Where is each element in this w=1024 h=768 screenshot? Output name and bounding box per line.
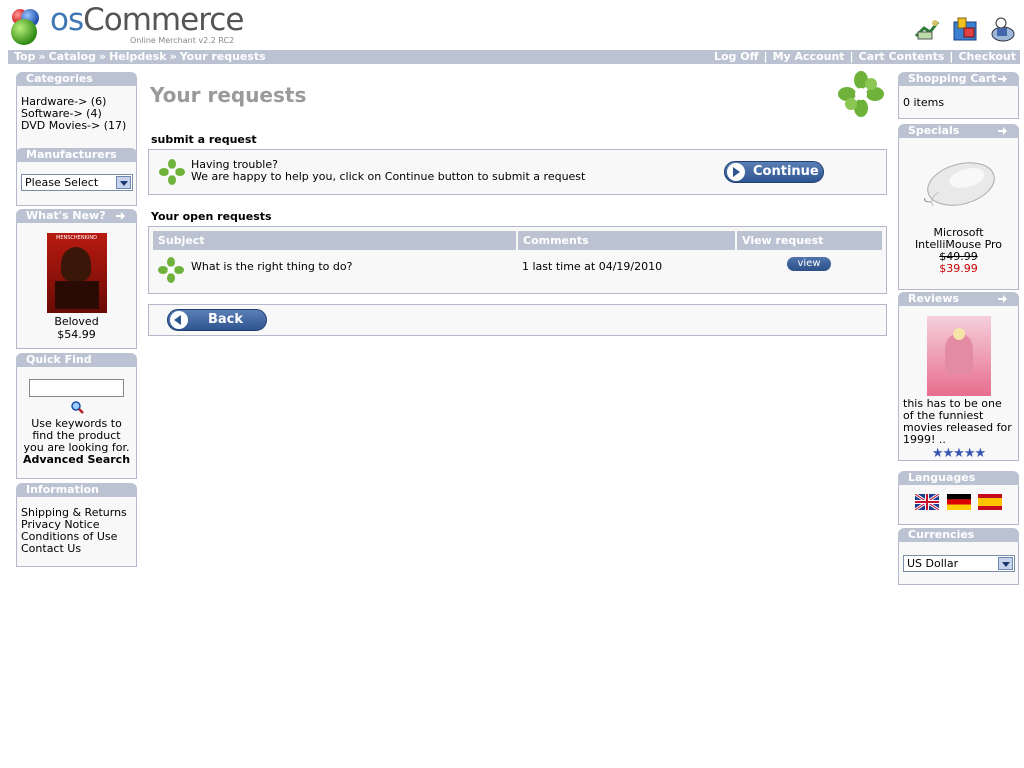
specials-box: Specials Microsoft IntelliMouse Pro $49.…: [898, 124, 1019, 290]
whats-new-box: What's New? MENSCHENKIND Beloved $54.99: [16, 209, 137, 349]
breadcrumb-top[interactable]: Top: [14, 50, 35, 63]
flower-icon: [159, 159, 185, 185]
log-off-link[interactable]: Log Off: [714, 50, 759, 63]
reviews-box: Reviews this has to be one of the funnie…: [898, 292, 1019, 461]
header: osCommerce Online Merchant v2.2 RC2: [0, 0, 1024, 50]
spanish-flag-icon[interactable]: [978, 494, 1002, 510]
special-product-name[interactable]: Microsoft IntelliMouse Pro: [903, 227, 1014, 251]
help-text: We are happy to help you, click on Conti…: [191, 170, 586, 183]
back-panel: Back: [148, 304, 887, 336]
category-dvd-movies[interactable]: DVD Movies-> (17): [21, 120, 132, 132]
request-subject: What is the right thing to do?: [191, 260, 353, 273]
arrow-right-icon[interactable]: [116, 212, 125, 220]
arrow-right-icon: [727, 163, 745, 181]
arrow-right-icon[interactable]: [998, 127, 1007, 135]
languages-box: Languages: [898, 471, 1019, 525]
account-links: Log Off | My Account | Cart Contents | Checkou…: [713, 50, 1016, 63]
intellimouse-image[interactable]: [919, 154, 999, 224]
page-title: Your requests: [150, 83, 307, 107]
contact-us-link[interactable]: Contact Us: [21, 543, 132, 555]
checkout-link[interactable]: Checkout: [958, 50, 1016, 63]
languages-title: Languages: [898, 471, 1019, 485]
cart-contents-icon[interactable]: [950, 14, 980, 44]
logo-subtitle: Online Merchant v2.2 RC2: [130, 36, 235, 45]
breadcrumb: Top» Catalog» Helpdesk» Your requests: [14, 50, 266, 63]
breadcrumb-your-requests[interactable]: Your requests: [180, 50, 266, 63]
logo-wordmark: osCommerce: [50, 2, 244, 38]
logo-balls-icon: [11, 9, 39, 45]
shopping-cart-box: Shopping Cart 0 items: [898, 72, 1019, 119]
beloved-poster-image[interactable]: MENSCHENKIND: [46, 233, 107, 313]
specials-title[interactable]: Specials: [898, 124, 1019, 138]
submit-request-panel: Having trouble? We are happy to help you…: [148, 149, 887, 195]
advanced-search-link[interactable]: Advanced Search: [21, 454, 132, 466]
information-title: Information: [16, 483, 137, 497]
column-comments: Comments: [518, 231, 735, 250]
navigation-bar: Top» Catalog» Helpdesk» Your requests Log O…: [8, 50, 1020, 64]
currency-select[interactable]: US Dollar: [903, 555, 1015, 572]
back-button[interactable]: Back: [167, 309, 267, 331]
manufacturers-title: Manufacturers: [16, 148, 137, 162]
checkout-icon[interactable]: [988, 14, 1018, 44]
dropdown-arrow-icon[interactable]: [998, 557, 1013, 570]
reviews-title[interactable]: Reviews: [898, 292, 1019, 306]
column-subject: Subject: [153, 231, 516, 250]
manufacturers-select[interactable]: Please Select: [21, 174, 133, 191]
quick-find-help: Use keywords to find the product you are…: [23, 417, 130, 454]
review-text[interactable]: this has to be one of the funniest movie…: [903, 398, 1014, 446]
whats-new-title[interactable]: What's New?: [16, 209, 137, 223]
oscommerce-logo[interactable]: osCommerce Online Merchant v2.2 RC2: [8, 3, 244, 47]
open-requests-heading: Your open requests: [151, 210, 272, 223]
currencies-title: Currencies: [898, 528, 1019, 542]
header-icons: [912, 14, 1018, 44]
special-new-price: $39.99: [939, 262, 978, 275]
dropdown-arrow-icon[interactable]: [116, 176, 131, 189]
whats-new-product-name[interactable]: Beloved: [21, 315, 132, 328]
whats-new-price: $54.99: [57, 328, 96, 341]
arrow-right-icon[interactable]: [998, 75, 1007, 83]
cart-contents-link[interactable]: Cart Contents: [859, 50, 945, 63]
quick-find-input[interactable]: [29, 379, 124, 397]
currencies-box: Currencies US Dollar: [898, 528, 1019, 585]
continue-button[interactable]: Continue: [724, 161, 824, 183]
view-request-button[interactable]: view: [787, 257, 831, 271]
categories-title: Categories: [16, 72, 137, 86]
flower-icon: [158, 257, 184, 283]
quick-find-box: Quick Find Use keywords to find the prod…: [16, 353, 137, 479]
cart-item-count: 0 items: [903, 96, 945, 109]
request-comments: 1 last time at 04/19/2010: [522, 260, 663, 273]
arrow-right-icon[interactable]: [998, 295, 1007, 303]
information-box: Information Shipping & Returns Privacy N…: [16, 483, 137, 567]
review-stars: ★★★★★: [931, 446, 986, 461]
manufacturers-box: Manufacturers Please Select: [16, 148, 137, 206]
arrow-left-icon: [170, 311, 188, 329]
search-icon[interactable]: [70, 400, 84, 414]
breadcrumb-helpdesk[interactable]: Helpdesk: [109, 50, 167, 63]
german-flag-icon[interactable]: [946, 494, 971, 510]
shopping-cart-title[interactable]: Shopping Cart: [898, 72, 1019, 86]
column-view-request: View request: [737, 231, 882, 250]
categories-box: Categories Hardware-> (6) Software-> (4)…: [16, 72, 137, 158]
helpdesk-flower-icon: [838, 71, 884, 117]
quick-find-title: Quick Find: [16, 353, 137, 367]
review-poster-image[interactable]: [926, 316, 991, 396]
breadcrumb-catalog[interactable]: Catalog: [49, 50, 96, 63]
my-account-link[interactable]: My Account: [773, 50, 845, 63]
my-account-icon[interactable]: [912, 14, 942, 44]
submit-request-heading: submit a request: [151, 133, 257, 146]
english-flag-icon[interactable]: [915, 494, 939, 510]
